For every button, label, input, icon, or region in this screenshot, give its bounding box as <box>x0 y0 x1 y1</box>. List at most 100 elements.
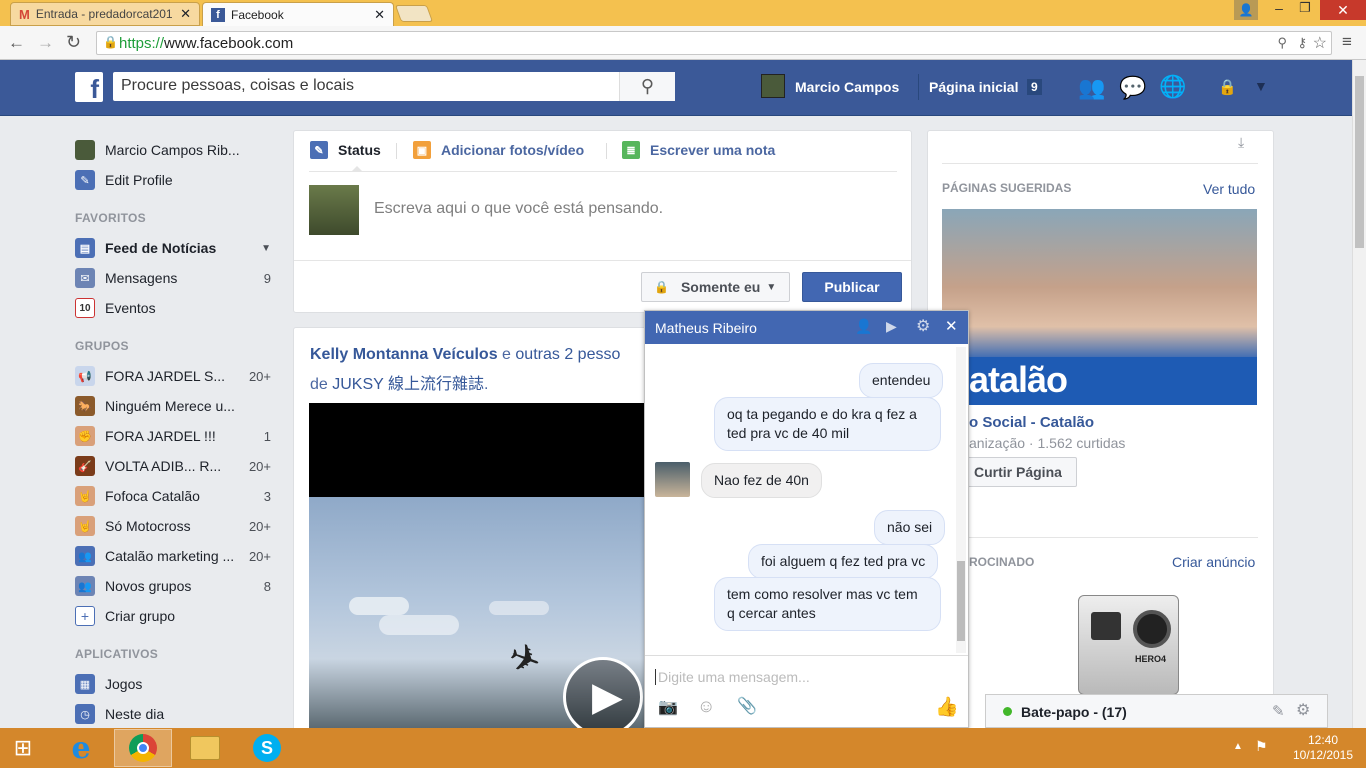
tab-gmail[interactable]: M Entrada - predadorcat201 ✕ <box>10 2 200 26</box>
messages-icon[interactable]: 💬 <box>1119 75 1146 101</box>
download-icon[interactable]: ⤓ <box>1238 134 1244 151</box>
star-icon[interactable]: ☆ <box>1313 33 1327 53</box>
gear-icon[interactable]: ⚙ <box>916 316 930 336</box>
messages-icon: ✉ <box>75 268 95 288</box>
chat-message-theirs: Nao fez de 40n <box>701 463 822 498</box>
tab-photo-video[interactable]: ▣ Adicionar fotos/vídeo <box>413 141 584 159</box>
search-button[interactable]: ⚲ <box>619 72 675 101</box>
privacy-shortcuts-icon[interactable]: 🔒 <box>1218 78 1237 96</box>
taskbar-internet-explorer[interactable]: e <box>52 729 110 767</box>
divider <box>942 163 1258 164</box>
sidebar-item-group[interactable]: 📢 FORA JARDEL S... 20+ <box>75 361 275 391</box>
search-input[interactable]: Procure pessoas, coisas e locais ⚲ <box>113 72 675 101</box>
add-friend-icon[interactable]: 👤 <box>855 318 872 335</box>
chat-sidebar-bar[interactable]: Bate-papo - (17) ✎ ⚙ <box>985 694 1328 728</box>
ad-product-image[interactable]: HERO4 <box>1078 595 1179 695</box>
close-icon[interactable]: ✕ <box>945 317 958 335</box>
publish-button[interactable]: Publicar <box>802 272 902 302</box>
close-window-icon[interactable]: ✕ <box>1320 0 1366 20</box>
forward-arrow-icon[interactable]: → <box>37 33 54 53</box>
scrollbar-thumb[interactable] <box>957 561 965 641</box>
key-icon[interactable]: ⚷ <box>1297 35 1307 51</box>
close-tab-icon[interactable]: ✕ <box>180 6 191 22</box>
tab-note[interactable]: ≣ Escrever uma nota <box>622 141 775 159</box>
account-menu-arrow-icon[interactable]: ▼ <box>1254 78 1268 94</box>
play-button[interactable]: ▶ <box>563 657 643 728</box>
sidebar-item-edit-profile[interactable]: ✎ Edit Profile <box>75 165 275 195</box>
chevron-down-icon: ▼ <box>766 281 777 293</box>
apps-heading: APLICATIVOS <box>75 647 159 661</box>
zoom-icon[interactable]: ⚲ <box>1277 35 1287 51</box>
minimize-icon[interactable]: ‒ <box>1266 0 1292 20</box>
chat-message-input[interactable]: Digite uma mensagem... <box>655 669 810 685</box>
chat-scrollbar[interactable] <box>956 347 966 653</box>
profile-link[interactable]: Marcio Campos <box>795 79 899 95</box>
chat-titlebar[interactable]: Matheus Ribeiro 👤 ▶ ⚙ ✕ <box>645 311 968 344</box>
sidebar-item-group[interactable]: 🎸 VOLTA ADIB... R... 20+ <box>75 451 275 481</box>
groups-heading: GRUPOS <box>75 339 129 353</box>
post-author-link[interactable]: Kelly Montanna Veículos <box>310 346 498 363</box>
sidebar-item-group[interactable]: 🤘 Só Motocross 20+ <box>75 511 275 541</box>
status-input[interactable]: Escreva aqui o que você está pensando. <box>374 200 663 218</box>
clock-date: 10/12/2015 <box>1292 748 1354 762</box>
suggested-page-photo[interactable]: Catalão <box>942 209 1257 405</box>
friend-requests-icon[interactable]: 👥 <box>1078 75 1105 101</box>
scrollbar-thumb[interactable] <box>1355 76 1364 248</box>
taskbar-file-explorer[interactable] <box>176 729 234 767</box>
new-tab-button[interactable] <box>394 5 434 22</box>
sidebar-item-new-groups[interactable]: 👥 Novos grupos 8 <box>75 571 275 601</box>
sidebar-item-group[interactable]: ✊ FORA JARDEL !!! 1 <box>75 421 275 451</box>
sidebar-item-news-feed[interactable]: ▤ Feed de Notícias ▼ <box>75 233 275 263</box>
rock-hand-icon: 🤘 <box>75 486 95 506</box>
back-arrow-icon[interactable]: ← <box>8 33 25 53</box>
page-scrollbar[interactable] <box>1352 60 1366 728</box>
sidebar-item-on-this-day[interactable]: ◷ Neste dia <box>75 699 275 729</box>
tab-status[interactable]: ✎ Status <box>310 141 381 159</box>
home-link[interactable]: Página inicial <box>929 79 1018 95</box>
sidebar-item-games[interactable]: ▦ Jogos <box>75 669 275 699</box>
user-profile-icon[interactable]: 👤 <box>1234 0 1258 20</box>
sidebar-item-group[interactable]: 🐎 Ninguém Merece u... <box>75 391 275 421</box>
post-video[interactable]: ✈ ▶ <box>309 403 644 728</box>
sidebar-item-group[interactable]: 👥 Catalão marketing ... 20+ <box>75 541 275 571</box>
suggested-page-name[interactable]: o Social - Catalão <box>969 414 1094 431</box>
like-page-button[interactable]: Curtir Página <box>963 457 1077 487</box>
tab-facebook[interactable]: f Facebook ✕ <box>202 2 394 26</box>
product-label: HERO4 <box>1135 654 1167 664</box>
camera-icon[interactable]: 📷 <box>658 697 678 717</box>
facebook-logo[interactable]: f <box>75 72 103 102</box>
maximize-icon[interactable]: ❐ <box>1292 0 1318 20</box>
windows-start-button[interactable]: ⊞ <box>0 729 46 767</box>
chat-title[interactable]: Matheus Ribeiro <box>655 320 757 336</box>
post-others-link[interactable]: outras 2 pesso <box>515 346 620 363</box>
gear-icon[interactable]: ⚙ <box>1296 700 1310 720</box>
chat-sidebar-label: Bate-papo - (17) <box>1021 704 1127 720</box>
privacy-selector[interactable]: 🔒 Somente eu ▼ <box>641 272 790 302</box>
video-call-icon[interactable]: ▶ <box>886 318 897 335</box>
action-center-flag-icon[interactable]: ⚑ <box>1255 738 1268 755</box>
post-page-link[interactable]: JUKSY 線上流行雜誌 <box>332 376 484 393</box>
sidebar-item-label: Feed de Notícias <box>105 240 217 256</box>
emoji-icon[interactable]: ☺ <box>697 696 715 717</box>
sidebar-item-messages[interactable]: ✉ Mensagens 9 <box>75 263 275 293</box>
menu-icon[interactable]: ≡ <box>1342 32 1352 52</box>
attach-icon[interactable]: 📎 <box>737 696 757 716</box>
close-tab-icon[interactable]: ✕ <box>374 7 385 23</box>
sidebar-item-create-group[interactable]: + Criar grupo <box>75 601 275 631</box>
like-icon[interactable]: 👍 <box>935 695 959 719</box>
notifications-globe-icon[interactable]: 🌐 <box>1159 74 1186 100</box>
compose-icon[interactable]: ✎ <box>1272 702 1285 720</box>
create-ad-link[interactable]: Criar anúncio <box>1172 554 1255 570</box>
sidebar-item-group[interactable]: 🤘 Fofoca Catalão 3 <box>75 481 275 511</box>
avatar[interactable] <box>761 74 785 98</box>
sidebar-item-events[interactable]: 10 Eventos <box>75 293 275 323</box>
chevron-down-icon[interactable]: ▼ <box>261 243 271 254</box>
sidebar-profile[interactable]: Marcio Campos Rib... <box>75 135 275 165</box>
taskbar-skype[interactable]: S <box>238 729 296 767</box>
see-all-link[interactable]: Ver tudo <box>1203 181 1255 197</box>
address-bar[interactable]: 🔒 https://www.facebook.com ⚲ ⚷ ☆ <box>96 31 1332 55</box>
taskbar-chrome[interactable] <box>114 729 172 767</box>
show-hidden-icons-icon[interactable]: ▲ <box>1233 741 1243 752</box>
reload-icon[interactable]: ↻ <box>66 32 81 53</box>
system-clock[interactable]: 12:40 10/12/2015 <box>1290 733 1356 763</box>
